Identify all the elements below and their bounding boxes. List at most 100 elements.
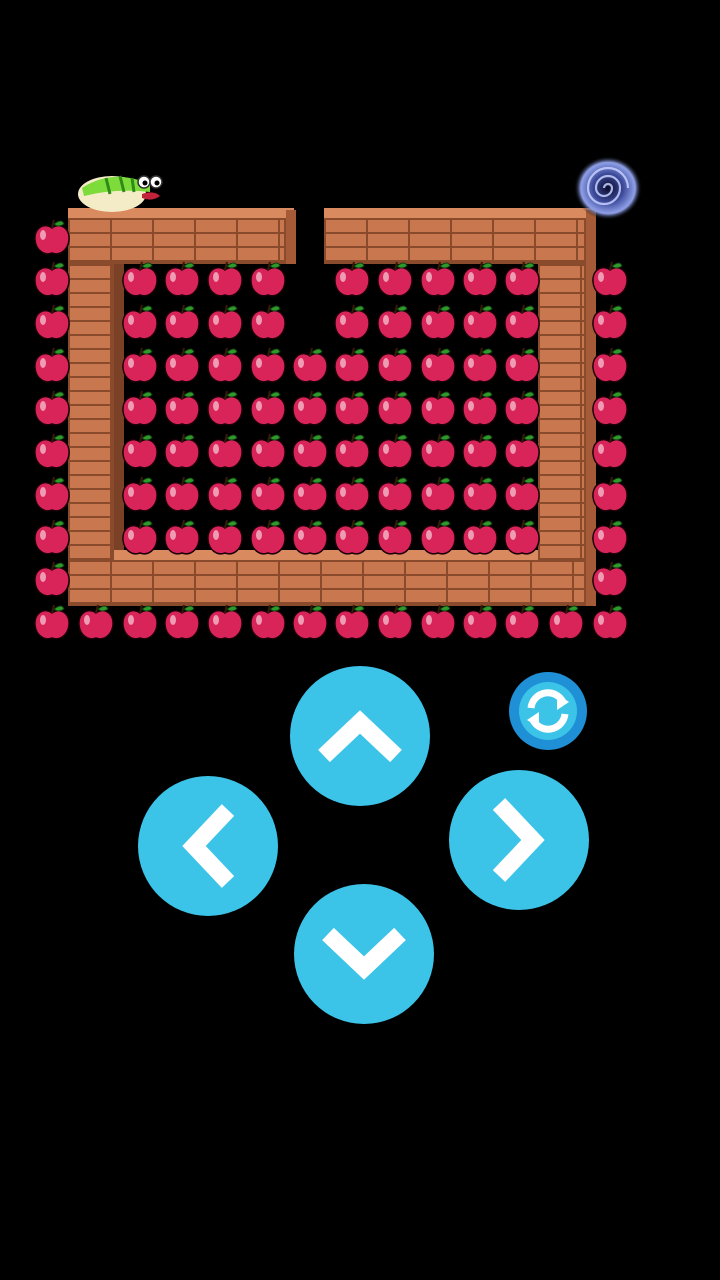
apple-icon (207, 390, 243, 426)
apple-icon (334, 347, 370, 383)
apple-icon (292, 390, 328, 426)
apple-icon (462, 261, 498, 297)
apple-icon (420, 261, 456, 297)
chevron-up-icon (318, 710, 402, 763)
apple-icon (207, 519, 243, 555)
apple-icon (462, 304, 498, 340)
apple-icon (122, 261, 158, 297)
apple-icon (34, 390, 70, 426)
restart-icon (519, 682, 577, 740)
apple-icon (462, 604, 498, 640)
apple-icon (420, 390, 456, 426)
apple-icon (334, 604, 370, 640)
apple-icon (548, 604, 584, 640)
apple-icon (504, 347, 540, 383)
apple-icon (334, 261, 370, 297)
apple-icon (250, 390, 286, 426)
apple-icon (504, 261, 540, 297)
apple-icon (334, 433, 370, 469)
apple-icon (34, 604, 70, 640)
apple-icon (122, 604, 158, 640)
apple-icon (462, 390, 498, 426)
apple-icon (377, 476, 413, 512)
up-button[interactable] (290, 666, 430, 806)
right-button[interactable] (449, 770, 589, 910)
apple-icon (34, 433, 70, 469)
apple-icon (377, 519, 413, 555)
wall-right (538, 264, 586, 560)
apple-icon (250, 604, 286, 640)
apple-icon (592, 561, 628, 597)
apple-icon (504, 604, 540, 640)
apple-icon (34, 476, 70, 512)
chevron-down-icon (322, 927, 406, 980)
apple-icon (377, 433, 413, 469)
apple-icon (250, 304, 286, 340)
apple-icon (504, 390, 540, 426)
apple-icon (420, 347, 456, 383)
apple-icon (34, 304, 70, 340)
apple-icon (207, 476, 243, 512)
apple-icon (34, 561, 70, 597)
apple-icon (420, 304, 456, 340)
apple-icon (250, 347, 286, 383)
apple-icon (420, 476, 456, 512)
wall-top-left-side (286, 210, 296, 264)
apple-icon (164, 347, 200, 383)
game-board (0, 0, 720, 660)
apple-icon (122, 433, 158, 469)
restart-button[interactable] (509, 672, 587, 750)
apple-icon (334, 390, 370, 426)
apple-icon (207, 261, 243, 297)
apple-icon (78, 604, 114, 640)
apple-icon (207, 604, 243, 640)
apple-icon (462, 519, 498, 555)
apple-icon (377, 390, 413, 426)
apple-icon (34, 519, 70, 555)
apple-icon (164, 390, 200, 426)
apple-icon (250, 433, 286, 469)
apple-icon (592, 304, 628, 340)
apple-icon (462, 476, 498, 512)
apple-icon (504, 304, 540, 340)
apple-icon (34, 219, 70, 255)
apple-icon (207, 304, 243, 340)
apple-icon (592, 261, 628, 297)
apple-icon (504, 433, 540, 469)
apple-icon (420, 433, 456, 469)
apple-icon (334, 304, 370, 340)
apple-icon (292, 476, 328, 512)
apple-icon (164, 519, 200, 555)
left-button[interactable] (138, 776, 278, 916)
apple-icon (164, 304, 200, 340)
swirl-portal-icon (574, 156, 642, 220)
apple-icon (250, 476, 286, 512)
apple-icon (207, 347, 243, 383)
apple-icon (292, 519, 328, 555)
apple-icon (292, 604, 328, 640)
apple-icon (420, 604, 456, 640)
apple-icon (592, 433, 628, 469)
apple-icon (250, 519, 286, 555)
apple-icon (34, 347, 70, 383)
apple-icon (292, 347, 328, 383)
apple-icon (122, 390, 158, 426)
apple-icon (122, 476, 158, 512)
wall-top-left (68, 218, 286, 264)
wall-left (68, 264, 114, 560)
apple-icon (122, 347, 158, 383)
down-button[interactable] (294, 884, 434, 1024)
apple-icon (592, 604, 628, 640)
apple-icon (164, 604, 200, 640)
apple-icon (207, 433, 243, 469)
snake-head-icon (78, 175, 163, 212)
apple-icon (34, 261, 70, 297)
apple-icon (122, 304, 158, 340)
apple-icon (334, 476, 370, 512)
apple-icon (420, 519, 456, 555)
apple-icon (292, 433, 328, 469)
apple-icon (592, 347, 628, 383)
wall-top-right (324, 218, 586, 264)
apple-icon (377, 604, 413, 640)
apple-icon (164, 433, 200, 469)
